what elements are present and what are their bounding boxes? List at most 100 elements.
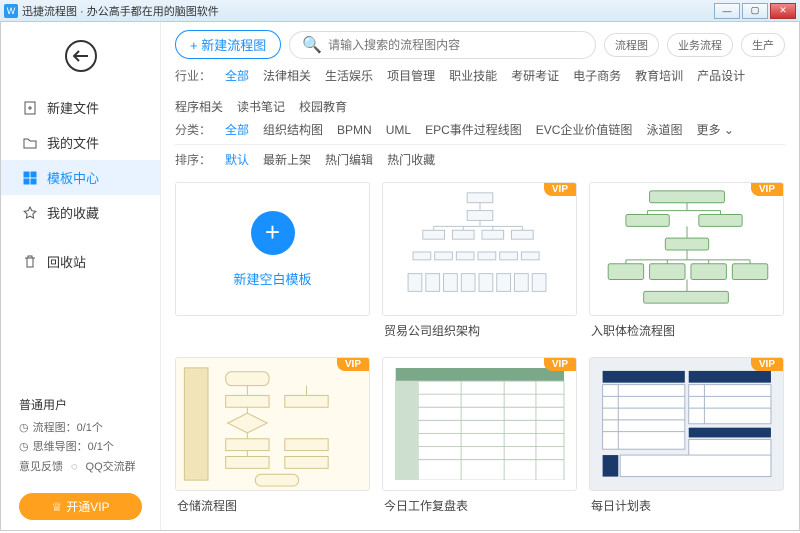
vip-badge: VIP — [544, 358, 576, 371]
template-thumbnail — [176, 358, 369, 490]
filter-category-item[interactable]: 组织结构图 — [263, 121, 323, 138]
filter-label: 分类： — [175, 121, 211, 138]
template-card[interactable]: VIP — [589, 357, 784, 520]
filter-category-item[interactable]: BPMN — [337, 123, 372, 137]
divider — [175, 144, 785, 145]
filter-sort-row: 排序： 默认 最新上架 热门编辑 热门收藏 — [175, 151, 785, 168]
template-card[interactable]: VIP 贸易公司组织架构 — [382, 182, 577, 345]
new-button-label: + 新建流程图 — [190, 35, 266, 54]
sidebar-item-label: 我的文件 — [47, 133, 99, 152]
feedback-link[interactable]: 意见反馈 — [19, 458, 63, 477]
vip-badge: VIP — [337, 358, 369, 371]
search-input[interactable] — [328, 38, 583, 52]
pill-flowchart[interactable]: 流程图 — [604, 33, 659, 57]
filter-industry-item[interactable]: 职业技能 — [449, 67, 497, 84]
filter-industry-item[interactable]: 产品设计 — [697, 67, 745, 84]
arrow-left-icon — [73, 50, 89, 62]
filter-category-item[interactable]: UML — [386, 123, 411, 137]
filter-industry-item[interactable]: 法律相关 — [263, 67, 311, 84]
template-card-blank[interactable]: + 新建空白模板 — [175, 182, 370, 345]
open-vip-button[interactable]: ♕ 开通VIP — [19, 493, 142, 520]
template-thumbnail — [598, 367, 776, 481]
sidebar-item-templates[interactable]: 模板中心 — [1, 160, 160, 195]
pill-business[interactable]: 业务流程 — [667, 33, 733, 57]
filter-industry-item[interactable]: 教育培训 — [635, 67, 683, 84]
close-button[interactable]: ✕ — [770, 3, 796, 19]
template-grid: + 新建空白模板 VIP — [175, 182, 785, 520]
template-card[interactable]: VIP 今日工作复盘表 — [382, 357, 577, 520]
user-info: 普通用户 ◷流程图：0/1个 ◷思维导图：0/1个 意见反馈 ◌ QQ交流群 — [1, 385, 160, 487]
window-controls: — ▢ ✕ — [712, 3, 796, 19]
filter-industry-item[interactable]: 校园教育 — [299, 98, 347, 115]
grid-icon — [21, 169, 39, 187]
qq-link[interactable]: QQ交流群 — [86, 458, 136, 477]
main-content: + 新建流程图 🔍 流程图 业务流程 生产 行业： 全部 法律相关 生活娱乐 项… — [161, 22, 799, 530]
search-box[interactable]: 🔍 — [289, 31, 596, 59]
filter-industry-item[interactable]: 读书笔记 — [237, 98, 285, 115]
maximize-button[interactable]: ▢ — [742, 3, 768, 19]
template-title: 仓储流程图 — [175, 491, 370, 520]
app-icon: W — [4, 4, 18, 18]
window-title: 迅捷流程图 · 办公高手都在用的脑图软件 — [22, 3, 712, 19]
pill-production[interactable]: 生产 — [741, 33, 785, 57]
titlebar: W 迅捷流程图 · 办公高手都在用的脑图软件 — ▢ ✕ — [0, 0, 800, 22]
file-plus-icon — [21, 99, 39, 117]
filter-category-row: 分类： 全部 组织结构图 BPMN UML EPC事件过程线图 EVC企业价值链… — [175, 121, 785, 138]
trash-icon — [21, 253, 39, 271]
filter-industry-all[interactable]: 全部 — [225, 67, 249, 84]
folder-icon — [21, 134, 39, 152]
sidebar-item-label: 新建文件 — [47, 98, 99, 117]
template-title: 今日工作复盘表 — [382, 491, 577, 520]
sidebar-item-label: 回收站 — [47, 252, 86, 271]
filter-sort-item[interactable]: 最新上架 — [263, 151, 311, 168]
sidebar: 新建文件 我的文件 模板中心 我的收藏 回收站 普通用户 ◷流程图：0/1个 ◷… — [1, 22, 161, 530]
minimize-button[interactable]: — — [714, 3, 740, 19]
flow-count: 流程图：0/1个 — [33, 419, 103, 438]
filter-industry-row: 行业： 全部 法律相关 生活娱乐 项目管理 职业技能 考研考证 电子商务 教育培… — [175, 67, 785, 115]
template-thumbnail — [590, 183, 783, 315]
template-title: 贸易公司组织架构 — [382, 316, 577, 345]
filter-category-item[interactable]: 泳道图 — [646, 121, 682, 138]
filter-category-all[interactable]: 全部 — [225, 121, 249, 138]
clock-icon: ◷ — [19, 438, 29, 457]
vip-badge: VIP — [544, 183, 576, 196]
clock-icon: ◷ — [19, 419, 29, 438]
filter-sort-default[interactable]: 默认 — [225, 151, 249, 168]
filter-sort-item[interactable]: 热门收藏 — [387, 151, 435, 168]
star-icon — [21, 204, 39, 222]
qq-icon: ◌ — [71, 458, 78, 477]
back-button[interactable] — [65, 40, 97, 72]
template-thumbnail — [383, 183, 576, 315]
search-icon: 🔍 — [302, 35, 322, 55]
sidebar-item-new-file[interactable]: 新建文件 — [1, 90, 160, 125]
vip-badge: VIP — [751, 358, 783, 371]
filter-industry-item[interactable]: 生活娱乐 — [325, 67, 373, 84]
filter-sort-item[interactable]: 热门编辑 — [325, 151, 373, 168]
sidebar-item-recycle[interactable]: 回收站 — [1, 244, 160, 279]
crown-icon: ♕ — [51, 500, 62, 514]
template-card[interactable]: VIP 入职体检流程图 — [589, 182, 784, 345]
blank-label: 新建空白模板 — [233, 269, 311, 288]
template-card[interactable]: VIP 仓储流程图 — [175, 357, 370, 520]
vip-badge: VIP — [751, 183, 783, 196]
filter-label: 行业： — [175, 67, 211, 84]
filter-industry-item[interactable]: 项目管理 — [387, 67, 435, 84]
vip-button-label: 开通VIP — [66, 498, 109, 515]
sidebar-item-label: 模板中心 — [47, 168, 99, 187]
plus-icon: + — [251, 211, 295, 255]
chevron-down-icon: ⌄ — [724, 123, 734, 137]
user-name: 普通用户 — [19, 395, 142, 415]
filter-industry-item[interactable]: 程序相关 — [175, 98, 223, 115]
mind-count: 思维导图：0/1个 — [33, 438, 114, 457]
new-flowchart-button[interactable]: + 新建流程图 — [175, 30, 281, 59]
template-title: 每日计划表 — [589, 491, 784, 520]
filter-category-item[interactable]: EVC企业价值链图 — [536, 121, 633, 138]
sidebar-item-favorites[interactable]: 我的收藏 — [1, 195, 160, 230]
filter-industry-item[interactable]: 考研考证 — [511, 67, 559, 84]
filter-category-more[interactable]: 更多 ⌄ — [696, 121, 733, 138]
sidebar-item-my-files[interactable]: 我的文件 — [1, 125, 160, 160]
sidebar-item-label: 我的收藏 — [47, 203, 99, 222]
filter-label: 排序： — [175, 151, 211, 168]
filter-industry-item[interactable]: 电子商务 — [573, 67, 621, 84]
filter-category-item[interactable]: EPC事件过程线图 — [425, 121, 522, 138]
